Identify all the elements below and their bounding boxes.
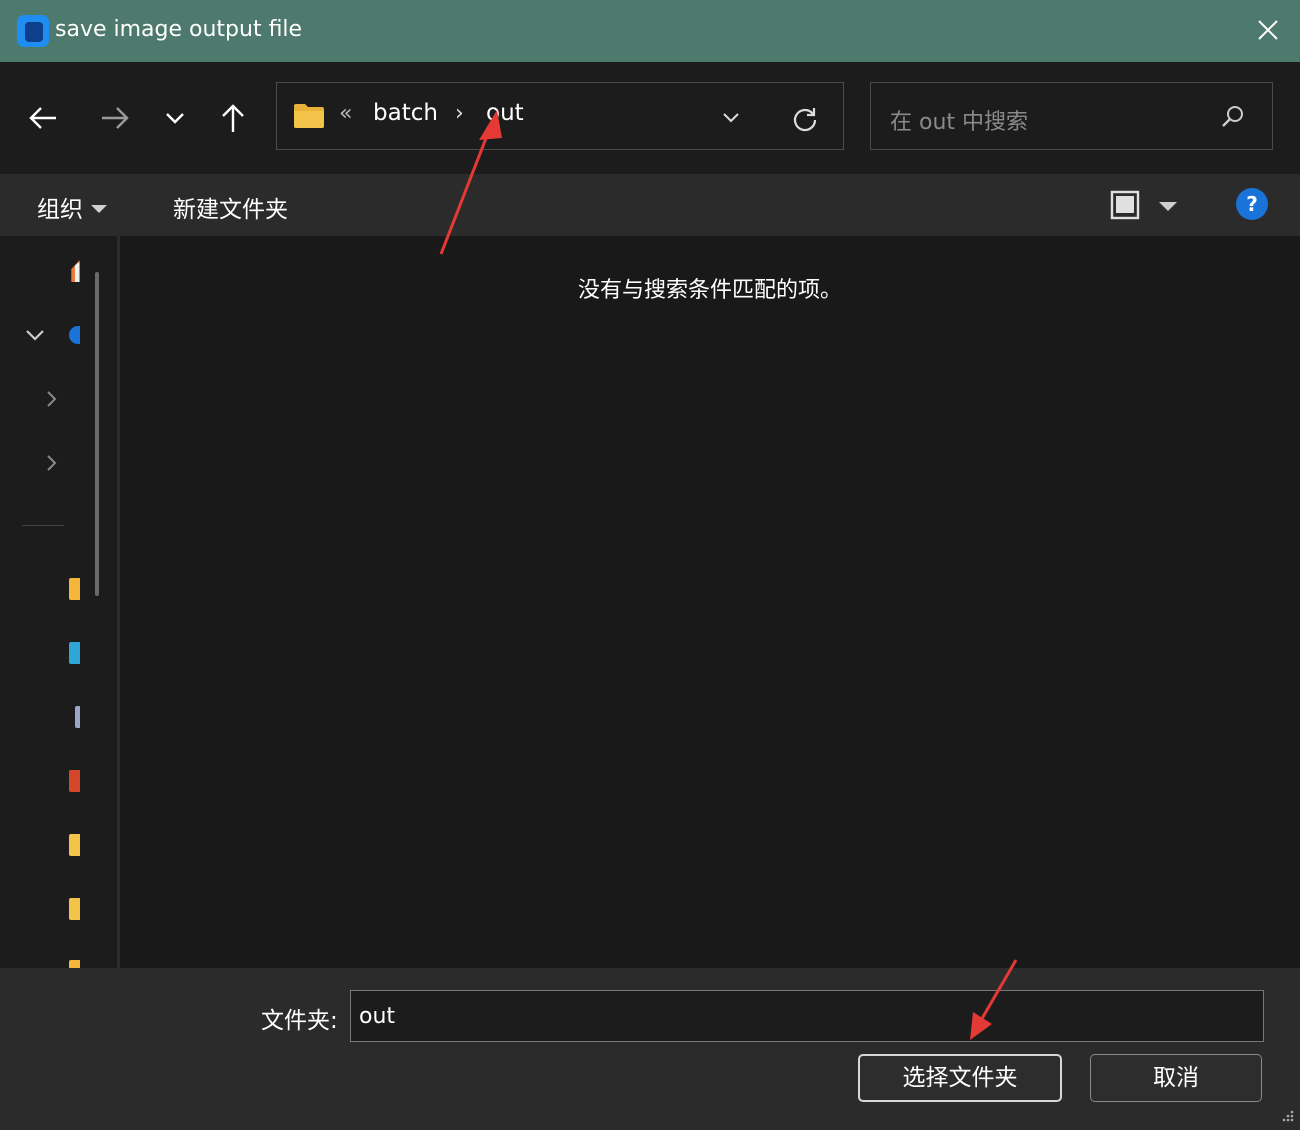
- up-button[interactable]: [215, 100, 251, 136]
- folder-icon[interactable]: [69, 898, 80, 920]
- document-icon[interactable]: [75, 706, 80, 728]
- cancel-button[interactable]: 取消: [1090, 1054, 1262, 1102]
- tree-divider: [22, 525, 64, 526]
- navigation-pane: [0, 236, 120, 968]
- search-input[interactable]: 在 out 中搜索: [870, 82, 1273, 150]
- back-button[interactable]: [26, 100, 62, 136]
- title-bar: save image output file: [0, 0, 1300, 62]
- address-bar[interactable]: « batch › out: [276, 82, 844, 150]
- select-folder-button[interactable]: 选择文件夹: [858, 1054, 1062, 1102]
- breadcrumb-separator[interactable]: ›: [455, 101, 464, 126]
- window-title: save image output file: [55, 17, 303, 42]
- file-list[interactable]: 没有与搜索条件匹配的项。: [120, 236, 1300, 968]
- dialog-footer: 文件夹: 选择文件夹 取消: [0, 968, 1300, 1130]
- caret-down-icon: [91, 205, 107, 213]
- breadcrumb-overflow[interactable]: «: [339, 101, 352, 126]
- folder-icon: [294, 104, 324, 128]
- command-bar: 组织 新建文件夹 ?: [0, 174, 1300, 236]
- folder-label: 文件夹:: [261, 1008, 338, 1034]
- organize-menu[interactable]: 组织: [37, 190, 107, 224]
- folder-icon[interactable]: [69, 960, 80, 968]
- app-icon: [17, 15, 49, 47]
- close-button[interactable]: [1234, 0, 1300, 62]
- home-icon[interactable]: [69, 260, 80, 282]
- empty-message: 没有与搜索条件匹配的项。: [577, 278, 842, 303]
- forward-button[interactable]: [96, 100, 132, 136]
- pictures-icon[interactable]: [69, 770, 80, 792]
- tree-collapse-icon[interactable]: [40, 452, 62, 474]
- refresh-icon[interactable]: [791, 105, 819, 133]
- tree-collapse-icon[interactable]: [40, 388, 62, 410]
- tree-expand-icon[interactable]: [24, 324, 46, 346]
- close-icon: [1258, 20, 1278, 40]
- chevron-down-icon: [166, 113, 184, 124]
- arrow-right-icon: [102, 107, 129, 129]
- arrow-up-icon: [222, 104, 244, 132]
- address-dropdown-icon[interactable]: [721, 107, 741, 127]
- folder-icon[interactable]: [69, 834, 80, 856]
- recent-locations-button[interactable]: [158, 100, 194, 136]
- folder-icon[interactable]: [69, 578, 80, 600]
- breadcrumb-batch[interactable]: batch: [373, 100, 438, 126]
- search-placeholder: 在 out 中搜索: [890, 110, 1029, 135]
- new-folder-button[interactable]: 新建文件夹: [173, 190, 288, 224]
- save-dialog: save image output file « batch › out 在 o…: [0, 0, 1300, 1130]
- search-icon[interactable]: [1220, 104, 1246, 130]
- downloads-icon[interactable]: [69, 642, 80, 664]
- view-options-caret-icon[interactable]: [1159, 202, 1177, 211]
- navigation-pane-scrollbar[interactable]: [95, 272, 99, 596]
- view-mode-icon[interactable]: [1110, 190, 1140, 220]
- breadcrumb-out[interactable]: out: [486, 100, 524, 126]
- help-icon[interactable]: ?: [1236, 188, 1268, 220]
- resize-grip-icon[interactable]: [1278, 1108, 1294, 1124]
- folder-name-input[interactable]: [350, 990, 1264, 1042]
- organize-label: 组织: [37, 197, 83, 223]
- arrow-left-icon: [29, 107, 56, 129]
- cloud-icon[interactable]: [69, 326, 80, 344]
- navigation-bar: « batch › out 在 out 中搜索: [0, 62, 1300, 174]
